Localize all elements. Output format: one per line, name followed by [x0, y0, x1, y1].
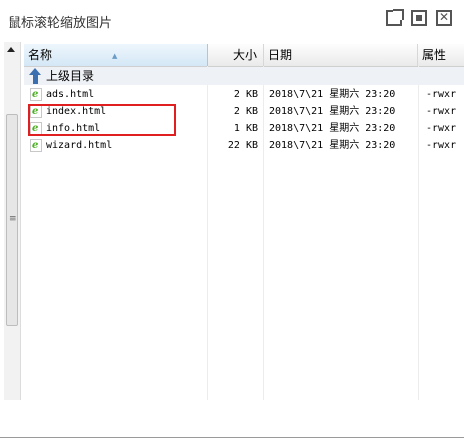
file-name: wizard.html	[46, 140, 113, 151]
file-date: 2018\7\21 星期六 23:20	[269, 123, 396, 134]
window-title: 鼠标滚轮缩放图片	[8, 16, 113, 31]
html-file-icon: e	[30, 139, 42, 152]
vertical-scrollbar[interactable]: ≡	[4, 42, 21, 400]
parent-directory-row[interactable]: 上级目录	[24, 67, 464, 85]
divider	[0, 437, 464, 438]
popout-icon[interactable]	[386, 9, 404, 26]
html-file-icon: e	[30, 88, 42, 101]
file-size: 22 KB	[227, 140, 258, 151]
column-header-attr[interactable]: 属性	[418, 44, 464, 66]
column-name-label: 名称	[28, 48, 53, 62]
column-header-size[interactable]: 大小	[208, 44, 264, 66]
annotation-highlight-box	[28, 104, 176, 136]
column-header-name[interactable]: 名称 ▲	[24, 44, 208, 66]
file-size: 2 KB	[233, 89, 258, 100]
file-attributes: -rwxr	[426, 140, 457, 151]
scroll-thumb[interactable]: ≡	[6, 114, 18, 326]
column-size-label: 大小	[232, 48, 257, 62]
grip-icon: ≡	[9, 214, 17, 224]
table-row[interactable]: e ads.html 2 KB 2018\7\21 星期六 23:20 -rwx…	[24, 86, 464, 103]
column-date-label: 日期	[268, 48, 293, 62]
title-bar: 鼠标滚轮缩放图片 ✕	[0, 0, 464, 40]
file-date: 2018\7\21 星期六 23:20	[269, 89, 396, 100]
scroll-up-icon[interactable]	[7, 47, 15, 52]
maximize-icon[interactable]	[411, 10, 427, 26]
column-header: 名称 ▲ 大小 日期 属性	[24, 44, 464, 67]
table-row[interactable]: e wizard.html 22 KB 2018\7\21 星期六 23:20 …	[24, 137, 464, 154]
parent-directory-label: 上级目录	[46, 69, 95, 83]
file-date: 2018\7\21 星期六 23:20	[269, 106, 396, 117]
file-name: ads.html	[46, 89, 95, 100]
close-icon[interactable]: ✕	[436, 10, 452, 26]
file-attributes: -rwxr	[426, 89, 457, 100]
column-header-date[interactable]: 日期	[264, 44, 418, 66]
column-attr-label: 属性	[422, 48, 447, 62]
up-arrow-icon	[29, 68, 43, 84]
file-size: 2 KB	[233, 106, 258, 117]
file-attributes: -rwxr	[426, 106, 457, 117]
file-date: 2018\7\21 星期六 23:20	[269, 140, 396, 151]
file-size: 1 KB	[233, 123, 258, 134]
sort-ascending-icon: ▲	[112, 52, 118, 60]
file-attributes: -rwxr	[426, 123, 457, 134]
